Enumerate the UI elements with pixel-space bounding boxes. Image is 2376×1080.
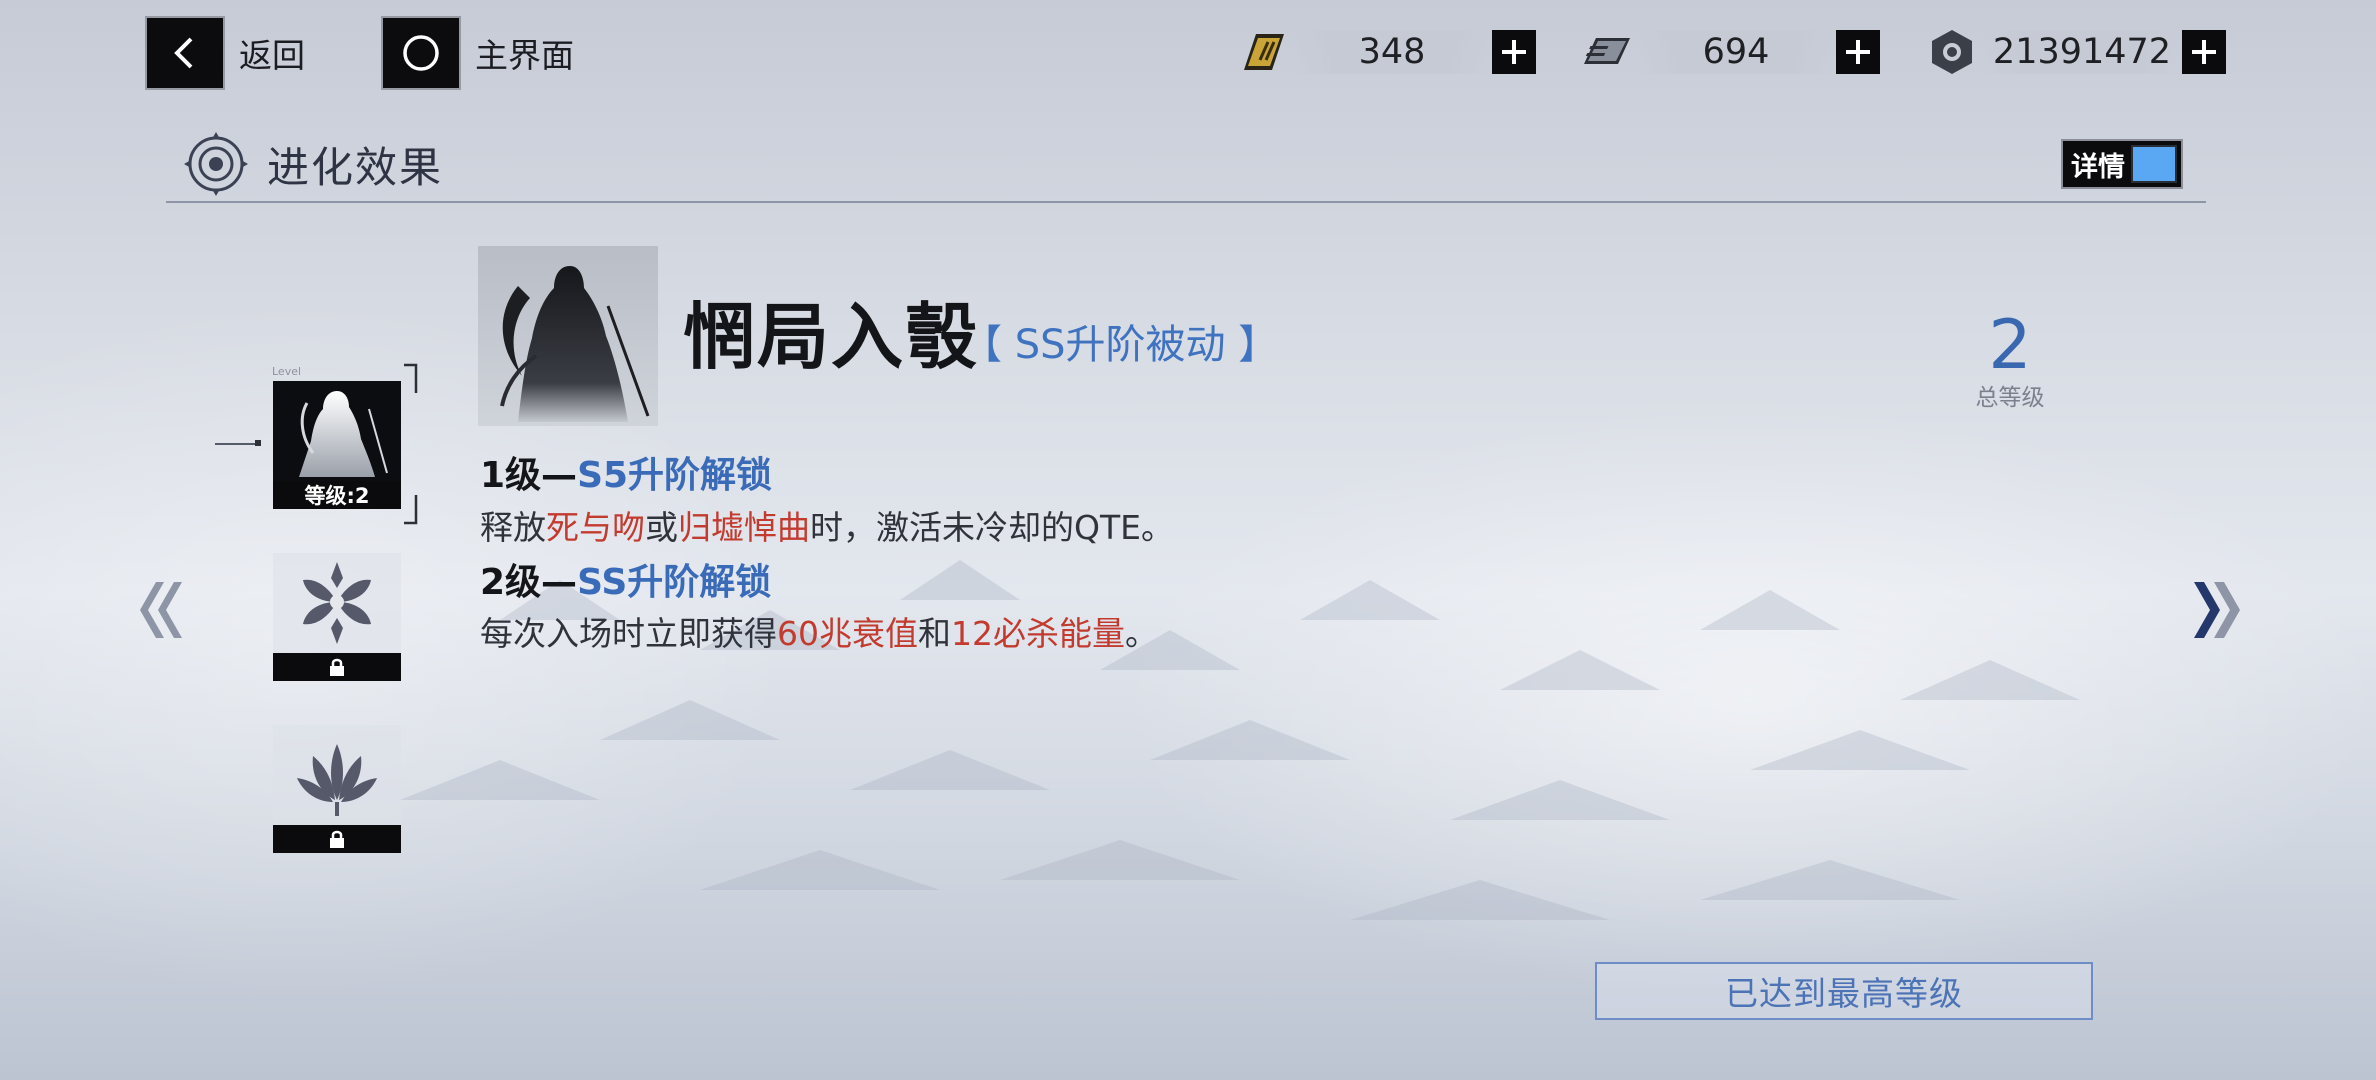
tier-unlock-condition: S5升阶解锁 xyxy=(577,455,773,496)
hex-nut-coin-icon xyxy=(1922,26,1982,78)
detail-label: 详情 xyxy=(2071,151,2125,183)
evolution-slot-locked-2[interactable] xyxy=(273,553,401,681)
add-hex-coin-button[interactable] xyxy=(2182,30,2226,74)
resource-value: 21391472 xyxy=(1982,30,2182,74)
current-level-label: 等级:2 xyxy=(304,484,370,508)
tier-level-prefix: 2级— xyxy=(480,562,578,603)
tier-1-description: 释放死与吻或归墟悼曲时，激活未冷却的QTE。 xyxy=(480,501,1174,549)
back-label: 返回 xyxy=(239,36,305,75)
max-level-button[interactable]: 已达到最高等级 xyxy=(1595,962,2093,1020)
selection-bracket xyxy=(404,363,418,525)
tier-2-heading: 2级—SS升阶解锁 xyxy=(480,553,771,605)
back-arrow-icon xyxy=(147,18,223,88)
desc-text: 或 xyxy=(645,508,678,547)
desc-highlight: 死与吻 xyxy=(546,508,645,547)
max-level-label: 已达到最高等级 xyxy=(1725,974,1963,1013)
gold-chip-icon xyxy=(1232,26,1292,78)
desc-text: 时，激活未冷却的QTE。 xyxy=(810,508,1174,547)
resource-hex-coin: 21391472 xyxy=(1922,26,2226,78)
tier-level-prefix: 1级— xyxy=(480,455,578,496)
back-button[interactable]: 返回 xyxy=(147,18,305,88)
next-page-arrow-icon[interactable] xyxy=(2190,574,2246,646)
lock-icon xyxy=(330,830,344,848)
character-silhouette-icon xyxy=(273,381,401,481)
skill-portrait xyxy=(478,246,658,426)
evolution-emblem-icon xyxy=(184,132,248,196)
desc-highlight: 60兆衰值 xyxy=(777,614,918,653)
tier-1-heading: 1级—S5升阶解锁 xyxy=(480,446,772,498)
selector-dot xyxy=(255,440,261,446)
tier-2-description: 每次入场时立即获得60兆衰值和12必杀能量。 xyxy=(480,607,1158,655)
tier-unlock-condition: SS升阶解锁 xyxy=(577,562,772,603)
add-gold-chip-button[interactable] xyxy=(1492,30,1536,74)
home-label: 主界面 xyxy=(475,36,574,75)
desc-text: 释放 xyxy=(480,508,546,547)
selector-connector xyxy=(215,443,257,445)
evolution-slot-current[interactable]: 等级:2 xyxy=(273,381,401,509)
locked-bar xyxy=(273,653,401,681)
desc-text: 每次入场时立即获得 xyxy=(480,614,777,653)
section-title: 进化效果 xyxy=(267,143,444,192)
evolution-screen: 返回 主界面 348 694 21391472 进化效果 详情 Level 等级… xyxy=(0,0,2376,1080)
reaper-silhouette-icon xyxy=(500,266,650,422)
resource-gold-chip: 348 xyxy=(1232,26,1536,78)
add-memory-card-button[interactable] xyxy=(1836,30,1880,74)
home-circle-icon xyxy=(383,18,459,88)
total-level-caption: 总等级 xyxy=(1975,385,2045,411)
toggle-knob xyxy=(2131,145,2177,183)
desc-text: 和 xyxy=(918,614,951,653)
skill-type-tag: 【 SS升阶被动 】 xyxy=(962,322,1279,368)
evolution-slot-locked-3[interactable] xyxy=(273,725,401,853)
prev-page-arrow-icon[interactable] xyxy=(130,574,186,646)
locked-bar xyxy=(273,825,401,853)
resource-value: 348 xyxy=(1292,30,1492,74)
home-button[interactable]: 主界面 xyxy=(383,18,574,88)
resource-memory-card: 694 xyxy=(1576,26,1880,78)
lotus-emblem-icon xyxy=(273,725,401,825)
memory-card-icon xyxy=(1576,26,1636,78)
resource-value: 694 xyxy=(1636,30,1836,74)
lock-icon xyxy=(330,658,344,676)
total-level-value: 2 xyxy=(1988,306,2032,385)
current-level-bar: 等级:2 xyxy=(273,481,401,509)
desc-highlight: 12必杀能量 xyxy=(951,614,1125,653)
desc-text: 。 xyxy=(1125,614,1158,653)
detail-toggle[interactable]: 详情 xyxy=(2061,139,2183,189)
desc-highlight: 归墟悼曲 xyxy=(678,508,810,547)
header-divider xyxy=(166,201,2206,203)
skill-name: 惘局入彀 xyxy=(683,295,980,379)
level-tag: Level xyxy=(272,365,302,378)
clover-emblem-icon xyxy=(273,553,401,653)
